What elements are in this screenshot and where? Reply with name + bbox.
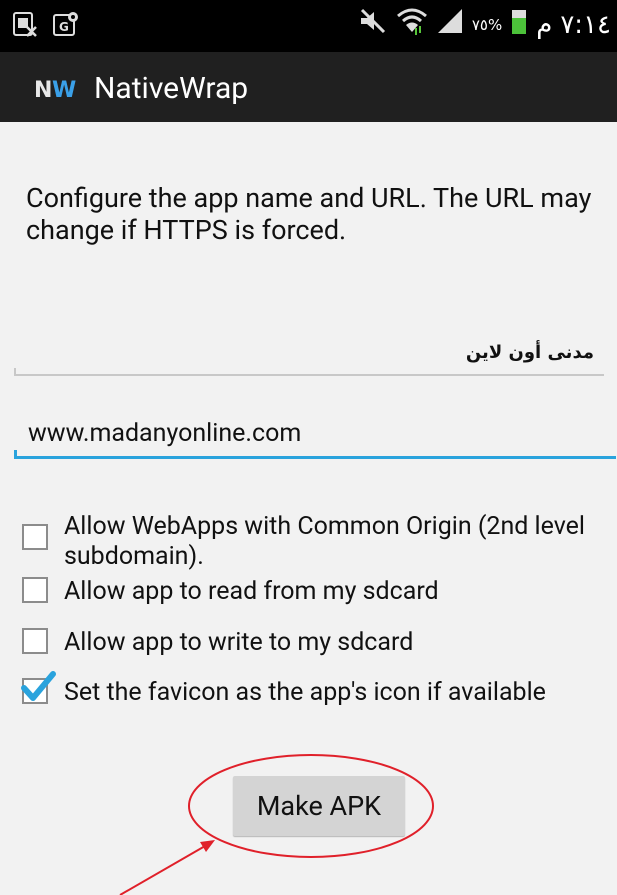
option-favicon-label: Set the favicon as the app's icon if ava… <box>64 678 546 707</box>
status-bar-right: ٧٥% م ٧:١٤ <box>358 6 611 43</box>
app-title: NativeWrap <box>94 71 249 106</box>
svg-text:N: N <box>34 78 52 101</box>
app-name-value: مدنى أون لاين <box>465 342 594 363</box>
form-description: Configure the app name and URL. The URL … <box>26 182 592 246</box>
make-apk-button[interactable]: Make APK <box>233 776 405 836</box>
checkmark-icon <box>21 671 56 701</box>
checkbox-common-origin[interactable] <box>22 524 48 550</box>
checkbox-read-sdcard[interactable] <box>22 577 48 603</box>
option-favicon[interactable]: Set the favicon as the app's icon if ava… <box>21 671 546 708</box>
app-name-input[interactable]: مدنى أون لاين <box>14 330 604 376</box>
svg-text:W: W <box>52 78 76 101</box>
option-read-sdcard[interactable]: Allow app to read from my sdcard <box>22 577 439 607</box>
app-logo-icon: N W <box>34 77 82 103</box>
checkbox-write-sdcard[interactable] <box>22 628 48 654</box>
option-write-sdcard[interactable]: Allow app to write to my sdcard <box>22 628 413 658</box>
url-input[interactable]: www.madanyonline.com <box>14 416 616 459</box>
option-write-sdcard-label: Allow app to write to my sdcard <box>64 628 414 657</box>
signal-icon <box>436 7 464 42</box>
checkbox-favicon[interactable] <box>21 671 56 704</box>
option-common-origin-label: Allow WebApps with Common Origin (2nd le… <box>64 512 586 571</box>
action-bar <box>0 52 617 122</box>
mute-icon <box>358 6 388 43</box>
sim-card-icon <box>12 9 38 43</box>
url-value: www.madanyonline.com <box>28 419 302 448</box>
clock-ampm: م <box>536 9 553 40</box>
battery-percent: ٧٥% <box>471 15 503 34</box>
svg-text:G: G <box>59 20 69 34</box>
option-common-origin[interactable]: Allow WebApps with Common Origin (2nd le… <box>22 512 604 572</box>
wifi-icon <box>396 6 428 43</box>
clock: ٧:١٤ <box>560 9 611 40</box>
option-read-sdcard-label: Allow app to read from my sdcard <box>64 577 439 606</box>
maps-notification-icon: G <box>52 9 80 43</box>
status-bar: G ٧٥% م ٧:١٤ <box>0 0 617 52</box>
status-bar-left: G <box>12 9 80 43</box>
battery-icon <box>510 6 528 43</box>
